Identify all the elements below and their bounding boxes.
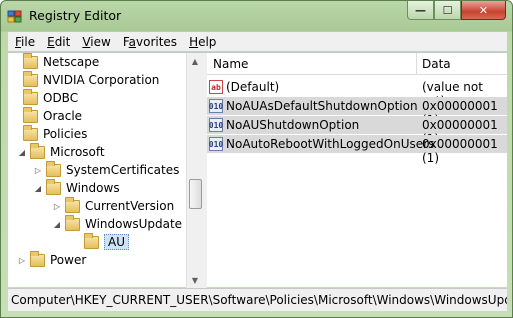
minimize-button[interactable]: — [407, 1, 434, 20]
folder-icon [30, 250, 45, 267]
tree-item-policies[interactable]: Policies [10, 124, 88, 143]
collapse-arrow-icon[interactable]: ◢ [17, 148, 27, 157]
tree-item-label: NVIDIA Corporation [43, 73, 160, 87]
string-value-icon: ab [209, 80, 223, 94]
tree-item-power[interactable]: ▷ Power [17, 250, 87, 269]
tree-item-odbc[interactable]: ODBC [10, 88, 79, 107]
column-header-data[interactable]: Data [422, 57, 451, 71]
folder-icon [46, 160, 61, 177]
list-row-default[interactable]: ab (Default) (value not set) [207, 78, 507, 108]
value-name: (Default) [226, 80, 280, 94]
column-header-name[interactable]: Name [213, 57, 248, 71]
list-header: Name Data [207, 53, 507, 75]
tree-item-label: Windows [66, 181, 120, 195]
tree-scrollbar[interactable]: ▲ ▼ [186, 53, 203, 288]
tree-item-currentversion[interactable]: ▷ CurrentVersion [52, 196, 175, 215]
tree-item-label: WindowsUpdate [85, 217, 183, 231]
dword-value-icon: 010 [209, 118, 223, 132]
tree-item-label: AU [104, 234, 129, 250]
tree-item-oracle[interactable]: Oracle [10, 106, 83, 125]
tree-item-label: Power [50, 253, 87, 267]
scroll-thumb[interactable] [189, 179, 202, 209]
menu-help[interactable]: Help [184, 35, 223, 49]
expand-arrow-icon[interactable]: ▷ [52, 202, 62, 211]
tree-item-label: ODBC [43, 91, 79, 105]
menu-bar: File Edit View Favorites Help [8, 32, 507, 51]
tree-item-label: CurrentVersion [85, 199, 175, 213]
title-bar[interactable]: Registry Editor — ☐ ✕ [1, 1, 512, 31]
main-content: Netscape NVIDIA Corporation ODBC Oracle [8, 52, 507, 288]
folder-icon [23, 88, 38, 105]
list-row-noauasdefaultshutdownoption[interactable]: 010 NoAUAsDefaultShutdownOption 0x000000… [207, 97, 507, 127]
tree-item-label: Netscape [43, 55, 100, 69]
close-button[interactable]: ✕ [461, 1, 506, 20]
status-bar-path: Computer\HKEY_CURRENT_USER\Software\Poli… [8, 288, 507, 311]
folder-open-icon [65, 214, 80, 231]
tree-item-systemcertificates[interactable]: ▷ SystemCertificates [33, 160, 180, 179]
tree-item-au[interactable]: AU [71, 232, 129, 251]
tree-item-nvidia-corporation[interactable]: NVIDIA Corporation [10, 70, 160, 89]
value-name: NoAutoRebootWithLoggedOnUsers [226, 137, 435, 151]
folder-icon [65, 196, 80, 213]
dword-value-icon: 010 [209, 137, 223, 151]
folder-open-icon [30, 142, 45, 159]
folder-open-icon [84, 232, 99, 249]
value-name: NoAUShutdownOption [226, 118, 360, 132]
menu-favorites[interactable]: Favorites [118, 35, 184, 49]
scroll-up-icon[interactable]: ▲ [187, 53, 203, 69]
list-row-noautorebootwithloggedonusers[interactable]: 010 NoAutoRebootWithLoggedOnUsers 0x0000… [207, 135, 507, 165]
expand-arrow-icon[interactable]: ▷ [17, 256, 27, 265]
dword-value-icon: 010 [209, 99, 223, 113]
value-name: NoAUAsDefaultShutdownOption [226, 99, 418, 113]
tree-item-label: Policies [43, 127, 88, 141]
scroll-down-icon[interactable]: ▼ [187, 272, 203, 288]
folder-open-icon [46, 178, 61, 195]
tree-item-label: Microsoft [50, 145, 105, 159]
tree-item-windows[interactable]: ◢ Windows [33, 178, 120, 197]
column-divider[interactable] [416, 53, 417, 75]
menu-view[interactable]: View [77, 35, 117, 49]
tree-item-microsoft[interactable]: ◢ Microsoft [17, 142, 105, 161]
registry-editor-icon [7, 10, 22, 23]
tree-item-windowsupdate[interactable]: ◢ WindowsUpdate [52, 214, 183, 233]
menu-edit[interactable]: Edit [42, 35, 77, 49]
registry-editor-window: Registry Editor — ☐ ✕ File Edit View Fav… [0, 0, 513, 318]
folder-icon [23, 70, 38, 87]
tree-item-label: Oracle [43, 109, 83, 123]
folder-icon [23, 106, 38, 123]
registry-tree[interactable]: Netscape NVIDIA Corporation ODBC Oracle [8, 53, 186, 288]
value-data: 0x00000001 (1) [422, 137, 498, 165]
tree-item-netscape[interactable]: Netscape [10, 53, 99, 71]
window-title: Registry Editor [29, 8, 122, 23]
collapse-arrow-icon[interactable]: ◢ [33, 184, 43, 193]
maximize-button[interactable]: ☐ [434, 1, 461, 20]
list-row-noaushutdownoption[interactable]: 010 NoAUShutdownOption 0x00000001 (1) [207, 116, 507, 146]
folder-icon [23, 124, 38, 141]
expand-arrow-icon[interactable]: ▷ [33, 166, 43, 175]
values-list[interactable]: Name Data ab (Default) (value not set) 0… [207, 53, 507, 288]
menu-file[interactable]: File [10, 35, 42, 49]
collapse-arrow-icon[interactable]: ◢ [52, 220, 62, 229]
tree-item-label: SystemCertificates [66, 163, 180, 177]
caption-buttons: — ☐ ✕ [407, 1, 506, 21]
folder-icon [23, 53, 38, 69]
